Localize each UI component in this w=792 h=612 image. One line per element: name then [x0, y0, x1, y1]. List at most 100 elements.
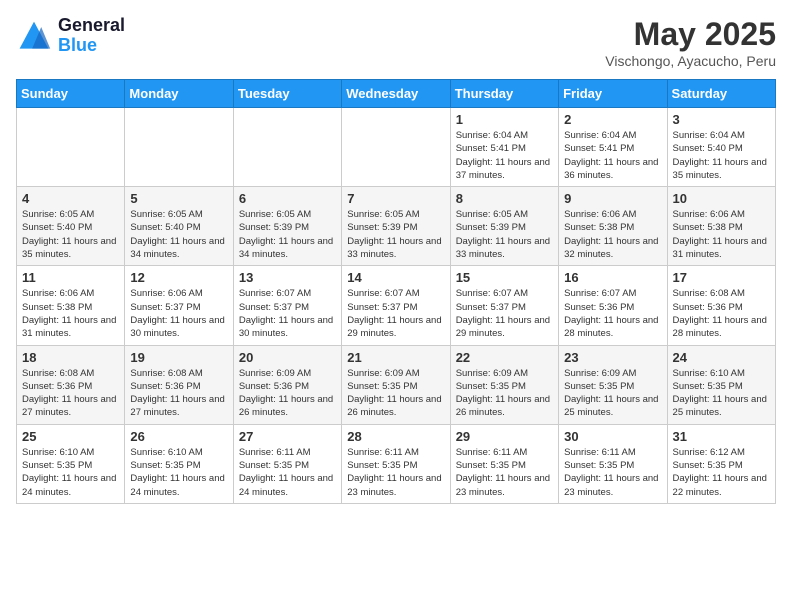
- day-number: 15: [456, 270, 553, 285]
- calendar-cell: 25 Sunrise: 6:10 AMSunset: 5:35 PMDayligh…: [17, 424, 125, 503]
- calendar-cell: 15 Sunrise: 6:07 AMSunset: 5:37 PMDayligh…: [450, 266, 558, 345]
- day-info: Sunrise: 6:07 AMSunset: 5:37 PMDaylight:…: [456, 287, 553, 340]
- logo-text: GeneralBlue: [58, 16, 125, 56]
- day-info: Sunrise: 6:10 AMSunset: 5:35 PMDaylight:…: [130, 446, 227, 499]
- day-number: 26: [130, 429, 227, 444]
- day-info: Sunrise: 6:06 AMSunset: 5:38 PMDaylight:…: [22, 287, 119, 340]
- calendar-header-tuesday: Tuesday: [233, 80, 341, 108]
- day-info: Sunrise: 6:05 AMSunset: 5:39 PMDaylight:…: [239, 208, 336, 261]
- day-info: Sunrise: 6:12 AMSunset: 5:35 PMDaylight:…: [673, 446, 770, 499]
- day-number: 7: [347, 191, 444, 206]
- calendar-cell: 29 Sunrise: 6:11 AMSunset: 5:35 PMDayligh…: [450, 424, 558, 503]
- calendar-header-row: SundayMondayTuesdayWednesdayThursdayFrid…: [17, 80, 776, 108]
- day-number: 9: [564, 191, 661, 206]
- calendar-cell: 28 Sunrise: 6:11 AMSunset: 5:35 PMDayligh…: [342, 424, 450, 503]
- day-info: Sunrise: 6:04 AMSunset: 5:41 PMDaylight:…: [456, 129, 553, 182]
- day-info: Sunrise: 6:11 AMSunset: 5:35 PMDaylight:…: [239, 446, 336, 499]
- calendar-header-wednesday: Wednesday: [342, 80, 450, 108]
- calendar-cell: 24 Sunrise: 6:10 AMSunset: 5:35 PMDayligh…: [667, 345, 775, 424]
- day-info: Sunrise: 6:05 AMSunset: 5:40 PMDaylight:…: [130, 208, 227, 261]
- calendar-cell: 20 Sunrise: 6:09 AMSunset: 5:36 PMDayligh…: [233, 345, 341, 424]
- day-info: Sunrise: 6:08 AMSunset: 5:36 PMDaylight:…: [673, 287, 770, 340]
- day-info: Sunrise: 6:04 AMSunset: 5:40 PMDaylight:…: [673, 129, 770, 182]
- calendar-cell: 3 Sunrise: 6:04 AMSunset: 5:40 PMDaylight…: [667, 108, 775, 187]
- day-number: 5: [130, 191, 227, 206]
- calendar-cell: [17, 108, 125, 187]
- calendar-cell: 13 Sunrise: 6:07 AMSunset: 5:37 PMDayligh…: [233, 266, 341, 345]
- day-number: 19: [130, 350, 227, 365]
- day-number: 4: [22, 191, 119, 206]
- calendar-week-row: 4 Sunrise: 6:05 AMSunset: 5:40 PMDaylight…: [17, 187, 776, 266]
- day-number: 28: [347, 429, 444, 444]
- calendar-cell: 18Sunrise: 6:08 AMSunset: 5:36 PMDayligh…: [17, 345, 125, 424]
- calendar-cell: 11 Sunrise: 6:06 AMSunset: 5:38 PMDayligh…: [17, 266, 125, 345]
- calendar-header-friday: Friday: [559, 80, 667, 108]
- day-number: 31: [673, 429, 770, 444]
- calendar-cell: 21Sunrise: 6:09 AMSunset: 5:35 PMDayligh…: [342, 345, 450, 424]
- day-info: Sunrise: 6:07 AMSunset: 5:36 PMDaylight:…: [564, 287, 661, 340]
- calendar-cell: [233, 108, 341, 187]
- day-info: Sunrise: 6:07 AMSunset: 5:37 PMDaylight:…: [239, 287, 336, 340]
- day-info: Sunrise: 6:09 AMSunset: 5:35 PMDaylight:…: [456, 367, 553, 420]
- calendar-cell: 12Sunrise: 6:06 AMSunset: 5:37 PMDayligh…: [125, 266, 233, 345]
- calendar-header-sunday: Sunday: [17, 80, 125, 108]
- day-number: 25: [22, 429, 119, 444]
- day-info: Sunrise: 6:04 AMSunset: 5:41 PMDaylight:…: [564, 129, 661, 182]
- day-info: Sunrise: 6:10 AMSunset: 5:35 PMDaylight:…: [22, 446, 119, 499]
- logo: GeneralBlue: [16, 16, 125, 56]
- calendar-week-row: 18 Sunrise: 6:08 AMSunset: 5:36 PMDayligh…: [17, 345, 776, 424]
- calendar-cell: 17 Sunrise: 6:08 AMSunset: 5:36 PMDayligh…: [667, 266, 775, 345]
- logo-icon: [16, 18, 52, 54]
- day-number: 8: [456, 191, 553, 206]
- title-block: May 2025 Vischongo, Ayacucho, Peru: [605, 16, 776, 69]
- calendar-cell: 19 Sunrise: 6:08 AMSunset: 5:36 PMDayligh…: [125, 345, 233, 424]
- day-info: Sunrise: 6:11 AMSunset: 5:35 PMDaylight:…: [347, 446, 444, 499]
- calendar-cell: 7Sunrise: 6:05 AMSunset: 5:39 PMDaylight…: [342, 187, 450, 266]
- page-header: GeneralBlue May 2025 Vischongo, Ayacucho…: [16, 16, 776, 69]
- day-info: Sunrise: 6:10 AMSunset: 5:35 PMDaylight:…: [673, 367, 770, 420]
- calendar-week-row: 25 Sunrise: 6:10 AMSunset: 5:35 PMDayligh…: [17, 424, 776, 503]
- calendar-header-thursday: Thursday: [450, 80, 558, 108]
- day-info: Sunrise: 6:09 AMSunset: 5:36 PMDaylight:…: [239, 367, 336, 420]
- day-number: 14: [347, 270, 444, 285]
- calendar-cell: 4Sunrise: 6:05 AMSunset: 5:40 PMDaylight…: [17, 187, 125, 266]
- day-number: 18: [22, 350, 119, 365]
- day-number: 11: [22, 270, 119, 285]
- day-info: Sunrise: 6:08 AMSunset: 5:36 PMDaylight:…: [130, 367, 227, 420]
- calendar-cell: 23Sunrise: 6:09 AMSunset: 5:35 PMDayligh…: [559, 345, 667, 424]
- calendar-week-row: 11 Sunrise: 6:06 AMSunset: 5:38 PMDayligh…: [17, 266, 776, 345]
- calendar-table: SundayMondayTuesdayWednesdayThursdayFrid…: [16, 79, 776, 504]
- page-subtitle: Vischongo, Ayacucho, Peru: [605, 53, 776, 69]
- day-info: Sunrise: 6:06 AMSunset: 5:38 PMDaylight:…: [564, 208, 661, 261]
- day-info: Sunrise: 6:11 AMSunset: 5:35 PMDaylight:…: [456, 446, 553, 499]
- day-number: 3: [673, 112, 770, 127]
- calendar-cell: 2 Sunrise: 6:04 AMSunset: 5:41 PMDaylight…: [559, 108, 667, 187]
- calendar-cell: 22Sunrise: 6:09 AMSunset: 5:35 PMDayligh…: [450, 345, 558, 424]
- calendar-week-row: 1 Sunrise: 6:04 AMSunset: 5:41 PMDaylight…: [17, 108, 776, 187]
- calendar-cell: 16 Sunrise: 6:07 AMSunset: 5:36 PMDayligh…: [559, 266, 667, 345]
- day-info: Sunrise: 6:11 AMSunset: 5:35 PMDaylight:…: [564, 446, 661, 499]
- day-number: 30: [564, 429, 661, 444]
- day-number: 17: [673, 270, 770, 285]
- calendar-cell: 8 Sunrise: 6:05 AMSunset: 5:39 PMDaylight…: [450, 187, 558, 266]
- calendar-cell: 1 Sunrise: 6:04 AMSunset: 5:41 PMDaylight…: [450, 108, 558, 187]
- day-number: 2: [564, 112, 661, 127]
- day-info: Sunrise: 6:06 AMSunset: 5:38 PMDaylight:…: [673, 208, 770, 261]
- calendar-cell: [342, 108, 450, 187]
- calendar-cell: 6 Sunrise: 6:05 AMSunset: 5:39 PMDaylight…: [233, 187, 341, 266]
- day-number: 12: [130, 270, 227, 285]
- day-number: 1: [456, 112, 553, 127]
- day-number: 23: [564, 350, 661, 365]
- calendar-cell: 14Sunrise: 6:07 AMSunset: 5:37 PMDayligh…: [342, 266, 450, 345]
- day-number: 27: [239, 429, 336, 444]
- day-number: 16: [564, 270, 661, 285]
- calendar-cell: 31 Sunrise: 6:12 AMSunset: 5:35 PMDayligh…: [667, 424, 775, 503]
- calendar-cell: 10Sunrise: 6:06 AMSunset: 5:38 PMDayligh…: [667, 187, 775, 266]
- day-number: 6: [239, 191, 336, 206]
- day-number: 13: [239, 270, 336, 285]
- day-info: Sunrise: 6:05 AMSunset: 5:39 PMDaylight:…: [456, 208, 553, 261]
- day-number: 29: [456, 429, 553, 444]
- calendar-cell: 27 Sunrise: 6:11 AMSunset: 5:35 PMDayligh…: [233, 424, 341, 503]
- day-number: 20: [239, 350, 336, 365]
- day-number: 24: [673, 350, 770, 365]
